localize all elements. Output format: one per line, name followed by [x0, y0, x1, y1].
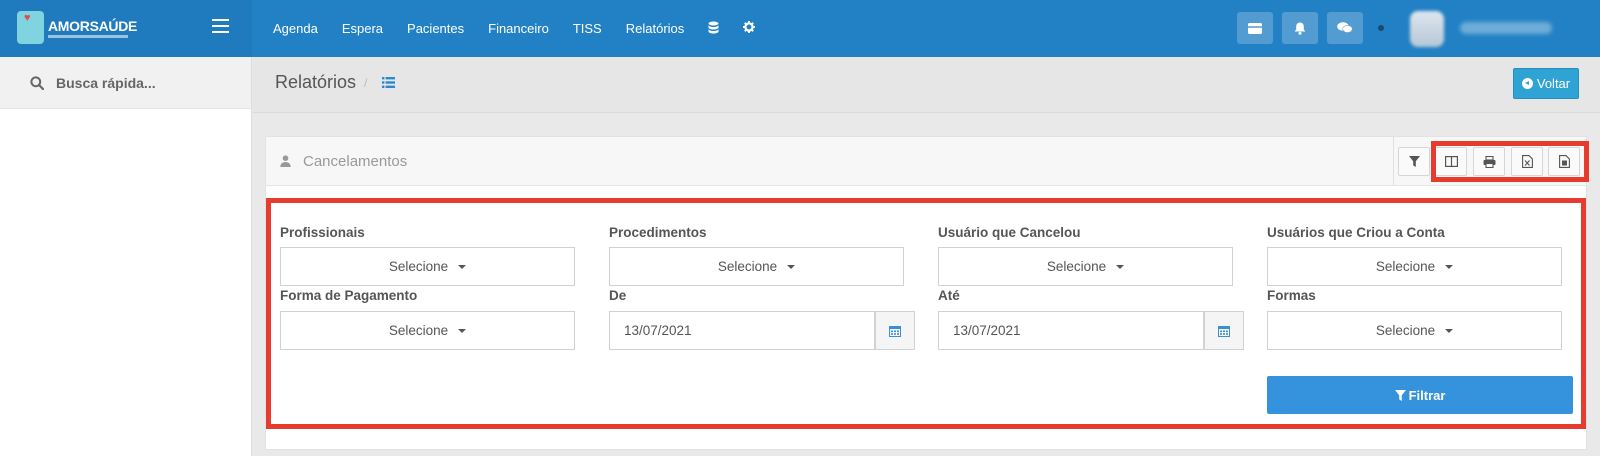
page-header: Relatórios / [253, 57, 1600, 113]
brand-area: ♥ AMORSAÚDE [0, 0, 252, 57]
brand-name: AMORSAÚDE [48, 18, 138, 34]
user-icon [280, 154, 291, 172]
nav-relatorios[interactable]: Relatórios [626, 21, 685, 36]
chevron-down-icon [1445, 328, 1454, 333]
filter-toggle-button[interactable] [1398, 147, 1430, 176]
top-navbar: ♥ AMORSAÚDE Agenda Espera Pacientes Fina… [0, 0, 1600, 57]
select-value: Selecione [717, 259, 778, 274]
select-value: Selecione [1375, 323, 1436, 338]
date-de-value: 13/07/2021 [624, 323, 692, 338]
label-de: De [609, 288, 627, 303]
select-value: Selecione [388, 323, 449, 338]
status-indicator [1378, 25, 1384, 31]
breadcrumb-separator: / [364, 76, 368, 90]
panel-header: Cancelamentos [266, 137, 1586, 186]
label-ate: Até [938, 288, 960, 303]
nav-pacientes[interactable]: Pacientes [407, 21, 464, 36]
date-ate-input[interactable]: 13/07/2021 [938, 311, 1204, 350]
brand-tagline [48, 35, 128, 38]
page-title: Relatórios [275, 72, 357, 92]
select-usuario-cancelou[interactable]: Selecione [938, 247, 1233, 286]
hamburger-icon[interactable] [212, 19, 229, 33]
label-usuarios-criou: Usuários que Criou a Conta [1267, 225, 1445, 240]
select-formas[interactable]: Selecione [1267, 311, 1562, 350]
label-forma-pagamento: Forma de Pagamento [280, 288, 418, 303]
gear-icon[interactable] [743, 21, 756, 36]
back-button[interactable]: Voltar [1513, 68, 1579, 99]
chevron-down-icon [1445, 264, 1454, 269]
select-value: Selecione [1375, 259, 1436, 274]
label-formas: Formas [1267, 288, 1316, 303]
nav-agenda[interactable]: Agenda [273, 21, 318, 36]
list-icon[interactable] [382, 75, 395, 93]
chat-icon [1337, 22, 1353, 33]
back-circle-icon [1521, 78, 1533, 89]
date-de-input[interactable]: 13/07/2021 [609, 311, 875, 350]
notifications-button[interactable] [1282, 12, 1318, 44]
logo-icon: ♥ [17, 11, 44, 44]
card-icon [1248, 22, 1262, 34]
user-name-blurred[interactable] [1460, 22, 1552, 34]
panel-title: Cancelamentos [303, 153, 408, 170]
chevron-down-icon [458, 328, 467, 333]
date-ate-value: 13/07/2021 [953, 323, 1021, 338]
select-value: Selecione [388, 259, 449, 274]
select-procedimentos[interactable]: Selecione [609, 247, 904, 286]
select-forma-pagamento[interactable]: Selecione [280, 311, 575, 350]
nav-espera[interactable]: Espera [342, 21, 383, 36]
highlight-toolbar [1431, 141, 1589, 182]
calendar-icon [1218, 325, 1230, 337]
filter-icon [1394, 389, 1406, 401]
back-button-label: Voltar [1536, 76, 1571, 91]
nav-financeiro[interactable]: Financeiro [488, 21, 549, 36]
select-value: Selecione [1046, 259, 1107, 274]
calendar-icon [889, 325, 901, 337]
label-procedimentos: Procedimentos [609, 225, 707, 240]
search-icon [30, 75, 44, 90]
nav-tiss[interactable]: TISS [573, 21, 602, 36]
chevron-down-icon [787, 264, 796, 269]
filter-button[interactable]: Filtrar [1267, 376, 1573, 414]
bell-icon [1294, 22, 1306, 35]
chevron-down-icon [458, 264, 467, 269]
select-profissionais[interactable]: Selecione [280, 247, 575, 286]
card-button[interactable] [1237, 12, 1273, 44]
date-ate-calendar-button[interactable] [1204, 311, 1244, 350]
avatar[interactable] [1410, 11, 1444, 47]
quick-search[interactable]: Busca rápida... [0, 57, 251, 109]
chevron-down-icon [1116, 264, 1125, 269]
select-usuarios-criou[interactable]: Selecione [1267, 247, 1562, 286]
main-nav: Agenda Espera Pacientes Financeiro TISS … [273, 0, 779, 57]
sidebar: Busca rápida... [0, 57, 252, 456]
date-de-calendar-button[interactable] [875, 311, 915, 350]
database-icon[interactable] [708, 21, 719, 37]
header-divider [1393, 137, 1394, 186]
search-input[interactable]: Busca rápida... [56, 75, 156, 91]
filter-button-label: Filtrar [1408, 387, 1446, 403]
filter-icon [1408, 156, 1420, 167]
label-profissionais: Profissionais [280, 225, 365, 240]
label-usuario-cancelou: Usuário que Cancelou [938, 225, 1081, 240]
chat-button[interactable] [1327, 12, 1363, 44]
